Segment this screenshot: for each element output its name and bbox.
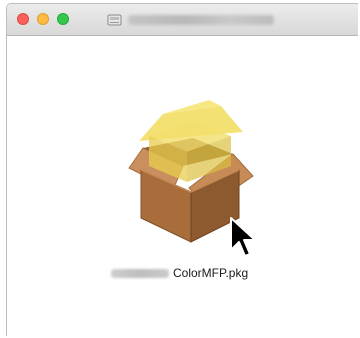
- arrow-pointer-icon: [230, 217, 256, 257]
- close-button[interactable]: [17, 13, 29, 25]
- window-title: [107, 12, 274, 28]
- package-filename[interactable]: ColorMFP.pkg: [111, 266, 248, 280]
- disk-icon: [107, 14, 122, 26]
- title-blurred-text: [128, 15, 274, 25]
- finder-window: ColorMFP.pkg: [6, 3, 358, 336]
- filename-blurred-prefix: [111, 268, 169, 278]
- title-bar[interactable]: [7, 4, 358, 36]
- minimize-button[interactable]: [37, 13, 49, 25]
- window-content: ColorMFP.pkg: [7, 36, 358, 336]
- zoom-button[interactable]: [57, 13, 69, 25]
- filename-label: ColorMFP.pkg: [173, 266, 249, 280]
